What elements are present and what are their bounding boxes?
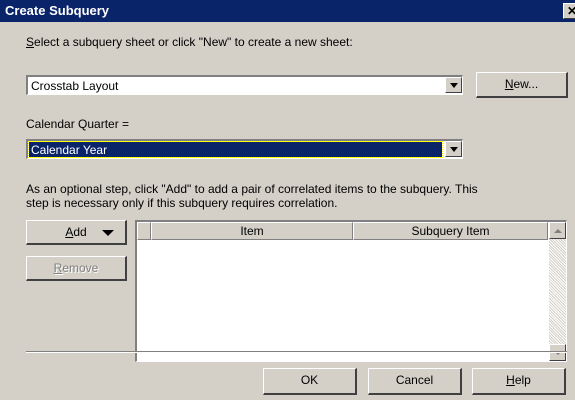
title-bar: Create Subquery ✕ — [0, 0, 575, 22]
column-header-item[interactable]: Item — [151, 222, 353, 240]
close-button[interactable]: ✕ — [563, 3, 575, 19]
scroll-up-button[interactable] — [549, 222, 566, 239]
row-header-corner — [137, 222, 151, 240]
calendar-dropdown-button[interactable] — [445, 141, 462, 157]
vertical-scrollbar[interactable] — [549, 222, 566, 361]
instructions-line-1: As an optional step, click "Add" to add … — [26, 182, 478, 196]
add-button[interactable]: Add — [26, 220, 127, 245]
instructions-line-2: step is necessary only if this subquery … — [26, 196, 338, 210]
calendar-value: Calendar Year — [31, 143, 108, 157]
calendar-select[interactable]: Calendar Year — [26, 139, 463, 159]
subquery-sheet-label: Select a subquery sheet or click "New" t… — [26, 35, 353, 49]
scroll-up-icon — [554, 229, 562, 233]
calendar-selected-highlight: Calendar Year — [28, 141, 443, 158]
chevron-down-icon — [450, 83, 458, 88]
correlation-table[interactable]: Item Subquery Item — [135, 220, 567, 362]
window-title: Create Subquery — [5, 3, 110, 18]
remove-button[interactable]: Remove — [26, 256, 127, 281]
subquery-sheet-dropdown-button[interactable] — [445, 77, 462, 93]
help-button[interactable]: Help — [472, 368, 566, 395]
calendar-quarter-label: Calendar Quarter = — [26, 117, 130, 131]
cancel-button[interactable]: Cancel — [368, 368, 462, 395]
subquery-sheet-value: Crosstab Layout — [31, 79, 119, 93]
column-header-subquery-item[interactable]: Subquery Item — [353, 222, 548, 240]
new-button[interactable]: New... — [476, 72, 568, 98]
subquery-sheet-select[interactable]: Crosstab Layout — [26, 75, 463, 95]
divider — [26, 351, 567, 353]
close-icon: ✕ — [566, 4, 575, 18]
ok-button[interactable]: OK — [263, 368, 357, 395]
add-dropdown-icon — [102, 230, 114, 236]
chevron-down-icon — [450, 147, 458, 152]
